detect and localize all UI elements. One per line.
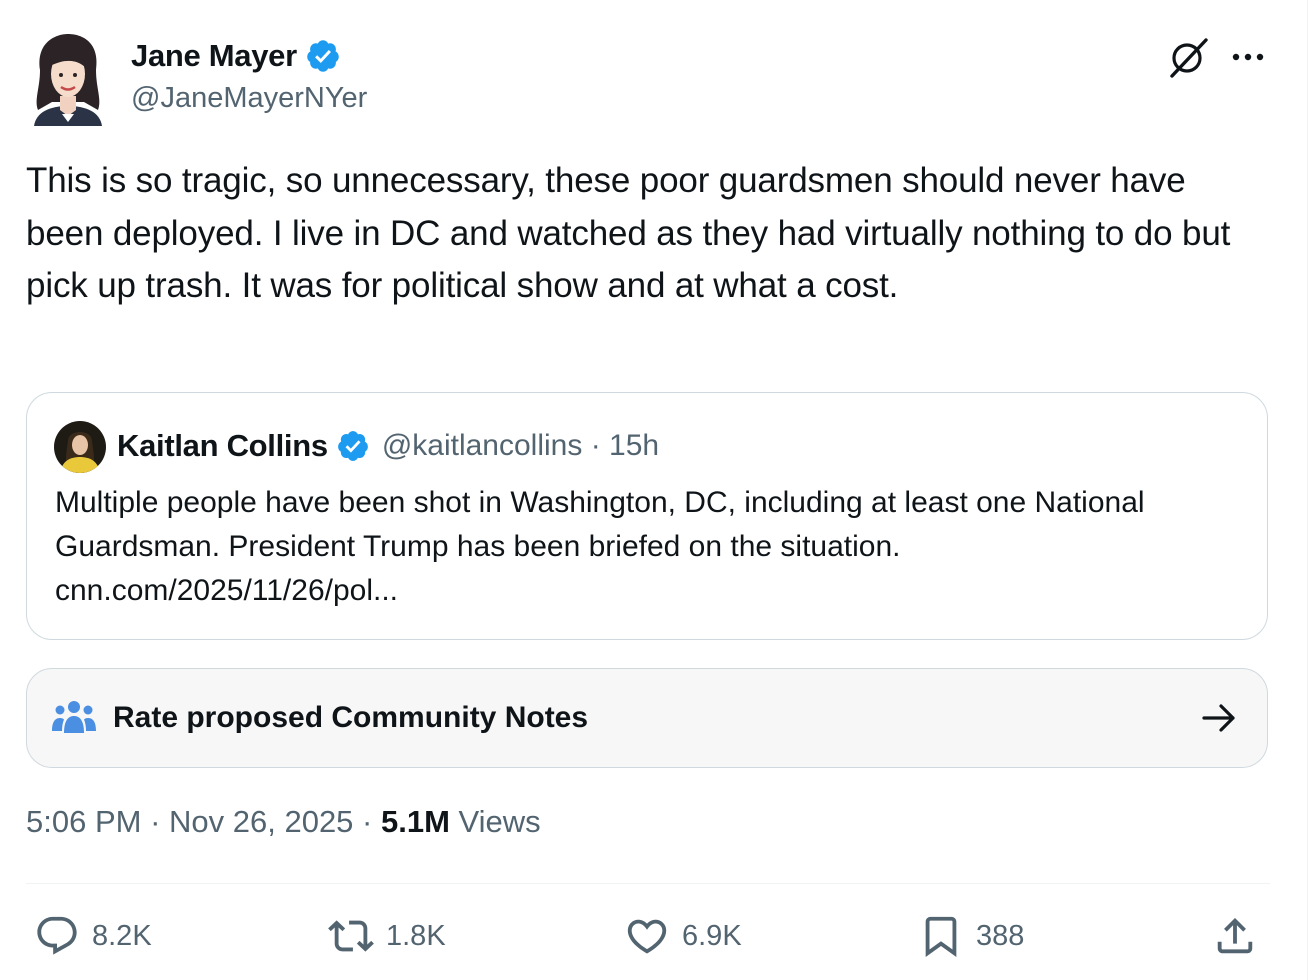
- quote-text: Multiple people have been shot in Washin…: [55, 486, 1145, 607]
- meta-separator: ·: [141, 804, 170, 839]
- reply-count: 8.2K: [92, 919, 152, 952]
- author-name-row[interactable]: Jane Mayer: [131, 36, 341, 76]
- quote-link[interactable]: cnn.com/2025/11/26/pol...: [55, 574, 398, 607]
- quote-separator: ·: [590, 429, 601, 462]
- quoted-tweet[interactable]: Kaitlan Collins @kaitlancollins · 15h Mu…: [26, 392, 1268, 640]
- tweet-date[interactable]: Nov 26, 2025: [169, 804, 353, 840]
- tweet-text: This is so tragic, so unnecessary, these…: [26, 161, 1231, 305]
- author-handle[interactable]: @JaneMayerNYer: [131, 82, 367, 115]
- tweet-time[interactable]: 5:06 PM: [26, 804, 141, 840]
- quote-time[interactable]: 15h: [609, 429, 659, 462]
- community-notes-button[interactable]: Rate proposed Community Notes: [26, 668, 1268, 768]
- more-icon[interactable]: [1228, 44, 1268, 70]
- share-button[interactable]: [1212, 910, 1258, 962]
- arrow-right-icon: [1202, 704, 1235, 732]
- reply-icon: [37, 916, 77, 955]
- repost-count: 1.8K: [386, 919, 446, 952]
- bookmark-icon: [925, 916, 957, 957]
- quote-header: Kaitlan Collins @kaitlancollins · 15h: [117, 425, 659, 467]
- heart-icon: [627, 919, 667, 954]
- like-button[interactable]: 6.9K: [624, 910, 742, 962]
- views-label: Views: [449, 804, 541, 839]
- divider: [26, 883, 1270, 884]
- scrollbar-track: [1307, 0, 1316, 980]
- meta-separator-2: ·: [353, 804, 381, 839]
- verified-badge-icon: [337, 431, 368, 461]
- repost-button[interactable]: 1.8K: [328, 910, 446, 962]
- verified-badge-icon: [307, 40, 339, 72]
- grok-icon[interactable]: [1166, 34, 1212, 80]
- author-name[interactable]: Jane Mayer: [131, 38, 297, 74]
- community-notes-label: Rate proposed Community Notes: [113, 701, 589, 734]
- views-count[interactable]: 5.1M: [381, 804, 450, 840]
- quote-author-name[interactable]: Kaitlan Collins: [117, 428, 328, 464]
- quote-avatar[interactable]: [54, 421, 106, 473]
- bookmark-button[interactable]: 388: [918, 910, 1024, 962]
- share-icon: [1217, 917, 1253, 954]
- tweet-meta: 5:06 PM · Nov 26, 2025 · 5.1M Views: [26, 804, 541, 840]
- avatar[interactable]: [26, 30, 110, 126]
- bookmark-count: 388: [976, 919, 1025, 952]
- people-icon: [52, 701, 96, 733]
- reply-button[interactable]: 8.2K: [34, 910, 152, 962]
- like-count: 6.9K: [682, 919, 742, 952]
- quote-author-handle[interactable]: @kaitlancollins · 15h: [382, 429, 659, 463]
- repost-icon: [328, 920, 374, 952]
